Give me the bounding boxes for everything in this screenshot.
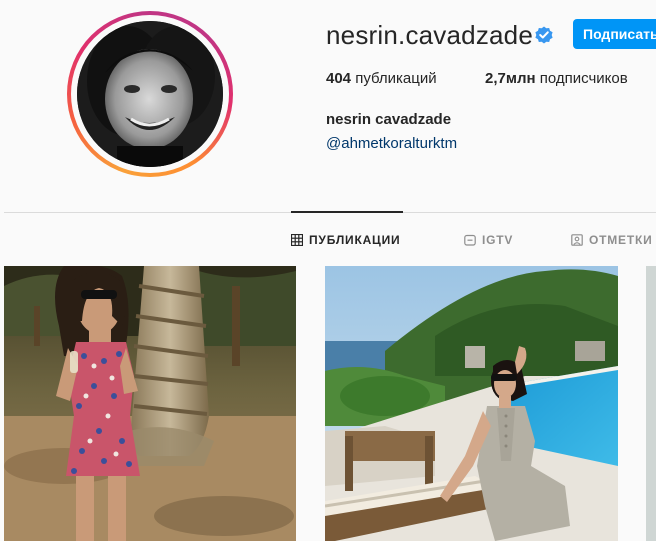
tab-posts[interactable]: ПУБЛИКАЦИИ <box>291 233 400 247</box>
post-image-palm <box>4 266 296 541</box>
tab-igtv[interactable]: IGTV <box>464 233 513 247</box>
profile-username: nesrin.cavadzade <box>326 20 533 50</box>
tagged-icon <box>571 234 583 246</box>
subscribe-button[interactable]: Подписаться <box>573 19 656 49</box>
bio-mention-link[interactable]: @ahmetkoralturktm <box>326 135 457 152</box>
igtv-icon <box>464 234 476 246</box>
grid-icon <box>291 234 303 246</box>
post-thumbnail[interactable] <box>646 266 656 541</box>
tab-igtv-label: IGTV <box>482 233 514 247</box>
posts-label: публикаций <box>355 70 437 87</box>
posts-count-stat: 404 публикаций <box>326 70 437 87</box>
tab-tagged-label: ОТМЕТКИ <box>589 233 653 247</box>
followers-label: подписчиков <box>539 70 628 87</box>
posts-count: 404 <box>326 70 352 87</box>
avatar[interactable] <box>77 21 223 167</box>
followers-count-stat[interactable]: 2,7млн подписчиков <box>485 70 628 87</box>
profile-full-name: nesrin cavadzade <box>326 111 452 128</box>
tab-tagged[interactable]: ОТМЕТКИ <box>571 233 653 247</box>
tab-posts-label: ПУБЛИКАЦИИ <box>309 233 401 247</box>
profile-avatar-ring[interactable] <box>67 11 233 177</box>
avatar-photo <box>77 21 223 167</box>
verified-badge-icon <box>535 26 553 44</box>
post-image-pool <box>325 266 618 541</box>
post-thumbnail[interactable] <box>325 266 618 541</box>
post-thumbnail[interactable] <box>4 266 296 541</box>
active-tab-indicator <box>291 211 403 213</box>
followers-count: 2,7млн <box>485 70 536 87</box>
